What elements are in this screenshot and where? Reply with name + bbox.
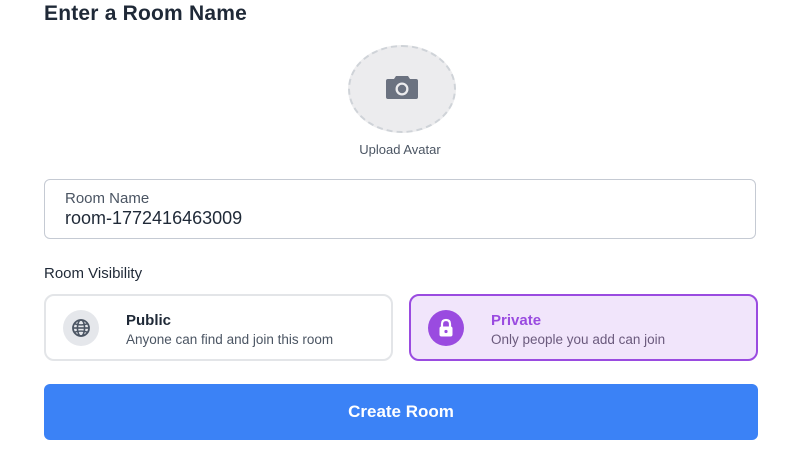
room-name-input[interactable] <box>65 208 725 229</box>
room-name-field[interactable]: Room Name <box>44 179 756 239</box>
lock-icon <box>428 310 464 346</box>
upload-avatar-label: Upload Avatar <box>359 142 441 157</box>
public-option-description: Anyone can find and join this room <box>126 332 334 347</box>
private-option-title: Private <box>491 312 542 329</box>
upload-avatar-button[interactable] <box>348 45 456 133</box>
visibility-option-public[interactable]: Public Anyone can find and join this roo… <box>44 294 393 361</box>
globe-icon <box>63 310 99 346</box>
visibility-option-private[interactable]: Private Only people you add can join <box>409 294 758 361</box>
room-visibility-label: Room Visibility <box>44 265 143 282</box>
create-room-dialog: Enter a Room Name Upload Avatar Room Nam… <box>0 0 800 450</box>
create-room-button[interactable]: Create Room <box>44 384 758 440</box>
camera-icon <box>385 74 419 105</box>
private-option-description: Only people you add can join <box>491 332 666 347</box>
public-option-title: Public <box>126 312 172 329</box>
room-name-label: Room Name <box>65 190 150 207</box>
page-title: Enter a Room Name <box>44 2 247 25</box>
